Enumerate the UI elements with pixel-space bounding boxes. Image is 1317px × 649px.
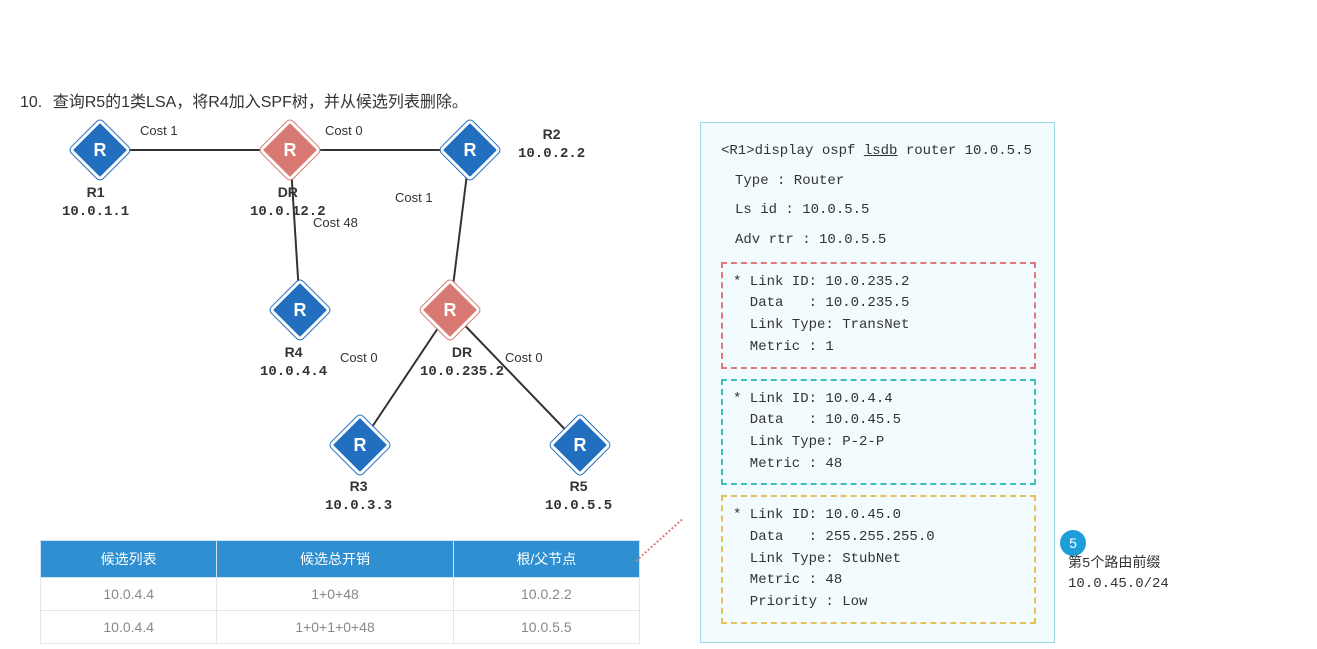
router-r4-icon: R [269,279,331,341]
router-r5-label: R5 10.0.5.5 [545,477,612,516]
cost-dr235-r5: Cost 0 [505,350,543,365]
link-block-2: * Link ID: 10.0.4.4 Data : 10.0.45.5 Lin… [721,379,1036,486]
candidate-table: 候选列表 候选总开销 根/父节点 10.0.4.4 1+0+48 10.0.2.… [40,540,640,644]
router-r1-icon: R [69,119,131,181]
router-r2-icon: R [439,119,501,181]
prefix-note: 第5个路由前缀 10.0.45.0/24 [1068,555,1169,594]
table-row: 10.0.4.4 1+0+1+0+48 10.0.5.5 [41,611,640,644]
cost-r2-dr235: Cost 1 [395,190,433,205]
router-r3-label: R3 10.0.3.3 [325,477,392,516]
th-parent: 根/父节点 [453,541,639,578]
table-row: 10.0.4.4 1+0+48 10.0.2.2 [41,578,640,611]
router-r4-label: R4 10.0.4.4 [260,343,327,382]
router-r3-icon: R [329,414,391,476]
router-r2-label: R2 10.0.2.2 [518,125,585,164]
cli-type: Type : Router [735,171,1036,193]
table-header-row: 候选列表 候选总开销 根/父节点 [41,541,640,578]
cost-dr12-r2: Cost 0 [325,123,363,138]
router-r5-icon: R [549,414,611,476]
dr12-icon: R [259,119,321,181]
cost-r1-dr12: Cost 1 [140,123,178,138]
cli-lsid: Ls id : 10.0.5.5 [735,200,1036,222]
cli-advrtr: Adv rtr : 10.0.5.5 [735,230,1036,252]
link-block-3: * Link ID: 10.0.45.0 Data : 255.255.255.… [721,495,1036,623]
dr235-label: DR 10.0.235.2 [420,343,504,382]
cost-dr12-r4: Cost 48 [313,215,358,230]
router-r1-label: R1 10.0.1.1 [62,183,129,222]
step-text: 查询R5的1类LSA，将R4加入SPF树，并从候选列表删除。 [53,94,468,111]
badge-5-icon: 5 [1060,530,1086,556]
step-title: 10. 查询R5的1类LSA，将R4加入SPF树，并从候选列表删除。 [20,88,468,112]
link-block-1: * Link ID: 10.0.235.2 Data : 10.0.235.5 … [721,262,1036,369]
th-cost: 候选总开销 [217,541,453,578]
step-number: 10. [20,94,42,112]
dr235-icon: R [419,279,481,341]
spf-diagram: R R1 10.0.1.1 R DR 10.0.12.2 R R2 10.0.2… [50,115,660,535]
th-list: 候选列表 [41,541,217,578]
cost-dr235-r3: Cost 0 [340,350,378,365]
cli-output-panel: <R1>display ospf lsdb router 10.0.5.5 Ty… [700,122,1055,643]
cli-command: <R1>display ospf lsdb router 10.0.5.5 [721,141,1036,163]
